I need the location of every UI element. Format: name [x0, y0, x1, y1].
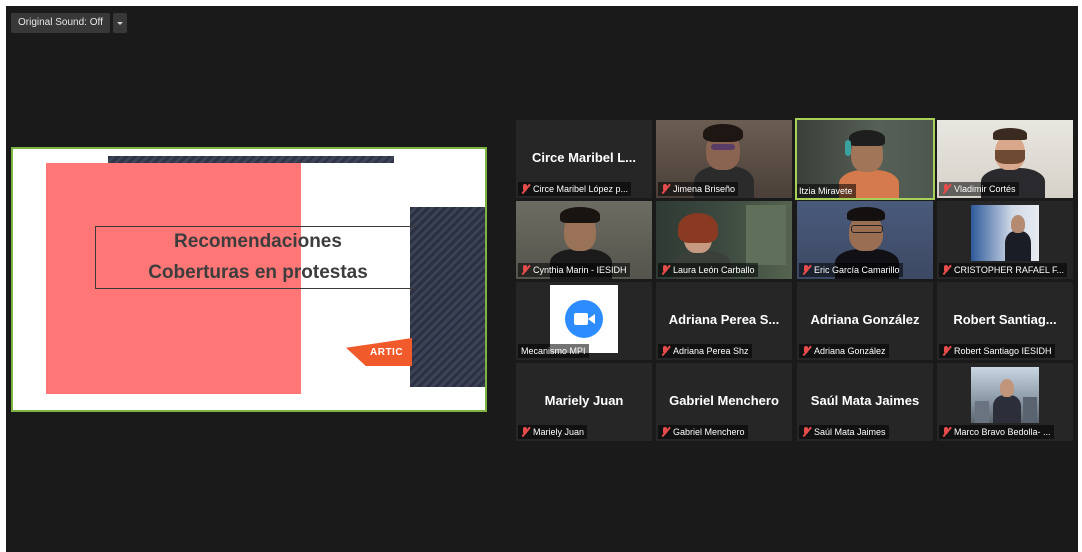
slide-tag-text: ARTIC [370, 347, 404, 358]
participant-name-label: Laura León Carballo [658, 263, 758, 277]
participant-big-name: Circe Maribel L... [531, 150, 637, 165]
participant-tile-active-speaker[interactable]: Itzia Miravete [795, 118, 935, 200]
participant-name-label: Itzia Miravete [797, 184, 856, 198]
participant-tile[interactable]: Marco Bravo Bedolla- ... [937, 363, 1073, 441]
participant-name-label: Cynthia Marin - IESIDH [518, 263, 630, 277]
participant-name-label: Eric García Camarillo [799, 263, 903, 277]
muted-mic-icon [520, 265, 530, 275]
chevron-down-icon[interactable] [112, 13, 127, 33]
muted-mic-icon [520, 427, 530, 437]
participant-name-label: Marco Bravo Bedolla- ... [939, 425, 1054, 439]
participant-name-label: Circe Maribel López p... [518, 182, 632, 196]
muted-mic-icon [660, 265, 670, 275]
participant-name: Marco Bravo Bedolla- ... [954, 427, 1051, 437]
participant-tile[interactable]: Adriana Perea S... Adriana Perea Shz [656, 282, 792, 360]
participant-name: Vladimir Cortés [954, 184, 1016, 194]
participant-name: Eric García Camarillo [814, 265, 900, 275]
participant-big-name: Adriana González [810, 312, 920, 327]
participant-name-label: Adriana González [799, 344, 889, 358]
muted-mic-icon [941, 427, 951, 437]
participant-tile[interactable]: Mariely Juan Mariely Juan [516, 363, 652, 441]
participant-big-name: Saúl Mata Jaimes [810, 393, 920, 408]
muted-mic-icon [941, 346, 951, 356]
participant-name: Cynthia Marin - IESIDH [533, 265, 627, 275]
zoom-logo-box [550, 285, 618, 353]
participant-name-label: CRISTOPHER RAFAEL F... [939, 263, 1068, 277]
participant-name: Gabriel Menchero [673, 427, 745, 437]
muted-mic-icon [801, 346, 811, 356]
meeting-stage: Original Sound: Off Recomendaciones Cobe… [6, 6, 1078, 552]
muted-mic-icon [941, 265, 951, 275]
participant-name: Laura León Carballo [673, 265, 755, 275]
participant-big-name: Gabriel Menchero [669, 393, 779, 408]
muted-mic-icon [520, 184, 530, 194]
muted-mic-icon [660, 427, 670, 437]
participant-tile[interactable]: Gabriel Menchero Gabriel Menchero [656, 363, 792, 441]
participant-tile[interactable]: Laura León Carballo [656, 201, 792, 279]
participant-tile[interactable]: Adriana González Adriana González [797, 282, 933, 360]
participant-name-label: Robert Santiago IESIDH [939, 344, 1055, 358]
participant-name: Circe Maribel López p... [533, 184, 629, 194]
muted-mic-icon [660, 346, 670, 356]
participant-tile[interactable]: Eric García Camarillo [797, 201, 933, 279]
participant-name-label: Mariely Juan [518, 425, 588, 439]
participant-name-label: Gabriel Menchero [658, 425, 748, 439]
slide-stripe-decoration [108, 156, 394, 163]
participant-name-label: Mecanismo MPI [518, 344, 589, 358]
participant-tile[interactable]: Circe Maribel L... Circe Maribel López p… [516, 120, 652, 198]
participant-name: Adriana González [814, 346, 886, 356]
participant-name-label: Vladimir Cortés [939, 182, 1019, 196]
participant-name-label: Jimena Briseño [658, 182, 739, 196]
shared-screen-slide: Recomendaciones Coberturas en protestas … [11, 147, 487, 412]
participant-video [971, 205, 1039, 261]
participant-name-label: Saúl Mata Jaimes [799, 425, 889, 439]
participant-name: Robert Santiago IESIDH [954, 346, 1052, 356]
muted-mic-icon [941, 184, 951, 194]
participant-tile[interactable]: Jimena Briseño [656, 120, 792, 198]
zoom-camera-icon [565, 300, 603, 338]
participant-tile[interactable]: Vladimir Cortés [937, 120, 1073, 198]
original-sound-control: Original Sound: Off [11, 13, 127, 33]
original-sound-button[interactable]: Original Sound: Off [11, 13, 110, 33]
participant-big-name: Mariely Juan [544, 393, 624, 408]
participant-tile[interactable]: CRISTOPHER RAFAEL F... [937, 201, 1073, 279]
muted-mic-icon [801, 427, 811, 437]
slide-title-line-1: Recomendaciones [174, 231, 342, 252]
slide-title-line-2: Coberturas en protestas [148, 262, 368, 283]
participant-video [971, 367, 1039, 423]
participant-tile[interactable]: Mecanismo MPI [516, 282, 652, 360]
participant-big-name: Adriana Perea S... [668, 312, 780, 327]
participant-name: CRISTOPHER RAFAEL F... [954, 265, 1065, 275]
participant-name: Itzia Miravete [799, 186, 853, 196]
participant-tile[interactable]: Robert Santiag... Robert Santiago IESIDH [937, 282, 1073, 360]
participant-big-name: Robert Santiag... [953, 312, 1057, 327]
participant-tile[interactable]: Saúl Mata Jaimes Saúl Mata Jaimes [797, 363, 933, 441]
muted-mic-icon [801, 265, 811, 275]
participant-name: Jimena Briseño [673, 184, 736, 194]
participant-name: Adriana Perea Shz [673, 346, 749, 356]
participant-name-label: Adriana Perea Shz [658, 344, 752, 358]
participant-name: Saúl Mata Jaimes [814, 427, 886, 437]
participant-name: Mariely Juan [533, 427, 585, 437]
participant-tile[interactable]: Cynthia Marin - IESIDH [516, 201, 652, 279]
muted-mic-icon [660, 184, 670, 194]
